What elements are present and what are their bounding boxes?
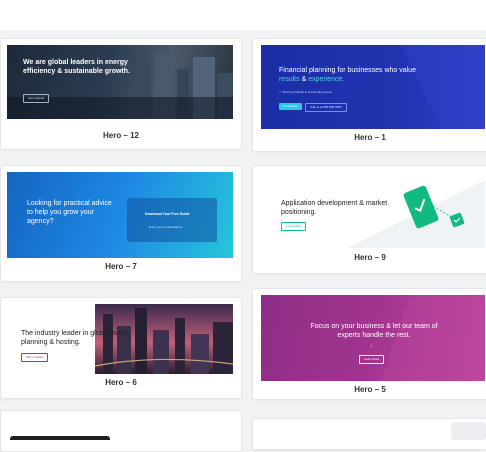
thumbnail-hero-5: Focus on your business & let our team of… bbox=[261, 295, 485, 381]
template-card-hero-7[interactable]: Looking for practical advice to help you… bbox=[0, 165, 242, 282]
card-label: Hero – 6 bbox=[105, 378, 137, 387]
card-label: Hero – 12 bbox=[102, 131, 140, 140]
thumbnail-hero-7: Looking for practical advice to help you… bbox=[7, 172, 233, 258]
template-card-hero-1[interactable]: Financial planning for businesses who va… bbox=[252, 38, 486, 152]
hero-6-button: Talk to Sales bbox=[21, 353, 49, 362]
template-card-hero-9[interactable]: Application development & market positio… bbox=[252, 165, 486, 274]
hero-9-headline: Application development & market positio… bbox=[281, 200, 388, 216]
hero-9-button: Learn More bbox=[281, 222, 307, 231]
hero-12-headline: We are global leaders in energy efficien… bbox=[23, 59, 130, 75]
skyline-image bbox=[7, 53, 233, 119]
hero-1-secondary-button: Call us at 555 555 5555 bbox=[305, 103, 347, 112]
hero-5-button: Learn More bbox=[359, 355, 385, 364]
thumbnail-hero-12: We are global leaders in energy efficien… bbox=[7, 45, 233, 119]
hero-5-headline: Focus on your business & let our team of… bbox=[310, 323, 438, 339]
hero-7-panel-title: Download Your Free Guide bbox=[145, 212, 190, 216]
bottom-dark-bar bbox=[10, 436, 110, 440]
thumbnail-hero-9: Application development & market positio… bbox=[257, 170, 485, 248]
scrollbar-thumb[interactable] bbox=[451, 422, 486, 440]
template-card-hero-12[interactable]: We are global leaders in energy efficien… bbox=[0, 38, 242, 150]
template-card-hero-5[interactable]: Focus on your business & let our team of… bbox=[252, 288, 486, 400]
hero-1-bullet: ✔ Serving Orlando & surrounding areas bbox=[279, 90, 332, 94]
card-label: Hero – 7 bbox=[105, 262, 137, 271]
template-card-partial-left[interactable] bbox=[0, 410, 242, 452]
arrow-down-icon: ↓ bbox=[370, 343, 373, 349]
hero-7-form-panel: Download Your Free Guide Enter your emai… bbox=[127, 198, 217, 242]
card-label: Hero – 1 bbox=[354, 133, 386, 142]
top-toolbar-strip bbox=[0, 0, 486, 30]
hero-1-decoration bbox=[401, 45, 485, 129]
hero-6-headline: The industry leader in global event plan… bbox=[21, 330, 129, 346]
card-label: Hero – 9 bbox=[354, 253, 386, 262]
hero-1-headline: Financial planning for businesses who va… bbox=[279, 67, 416, 83]
hero-1-primary-button: Contact Us bbox=[279, 103, 302, 110]
card-label: Hero – 5 bbox=[354, 385, 386, 394]
thumbnail-hero-1: Financial planning for businesses who va… bbox=[261, 45, 485, 129]
hero-12-button: Get a Quote bbox=[23, 94, 50, 103]
hero-7-panel-field: Enter your email address bbox=[149, 225, 183, 229]
template-card-hero-6[interactable]: The industry leader in global event plan… bbox=[0, 297, 242, 399]
thumbnail-hero-6: The industry leader in global event plan… bbox=[7, 304, 233, 374]
hero-7-headline: Looking for practical advice to help you… bbox=[27, 200, 112, 225]
